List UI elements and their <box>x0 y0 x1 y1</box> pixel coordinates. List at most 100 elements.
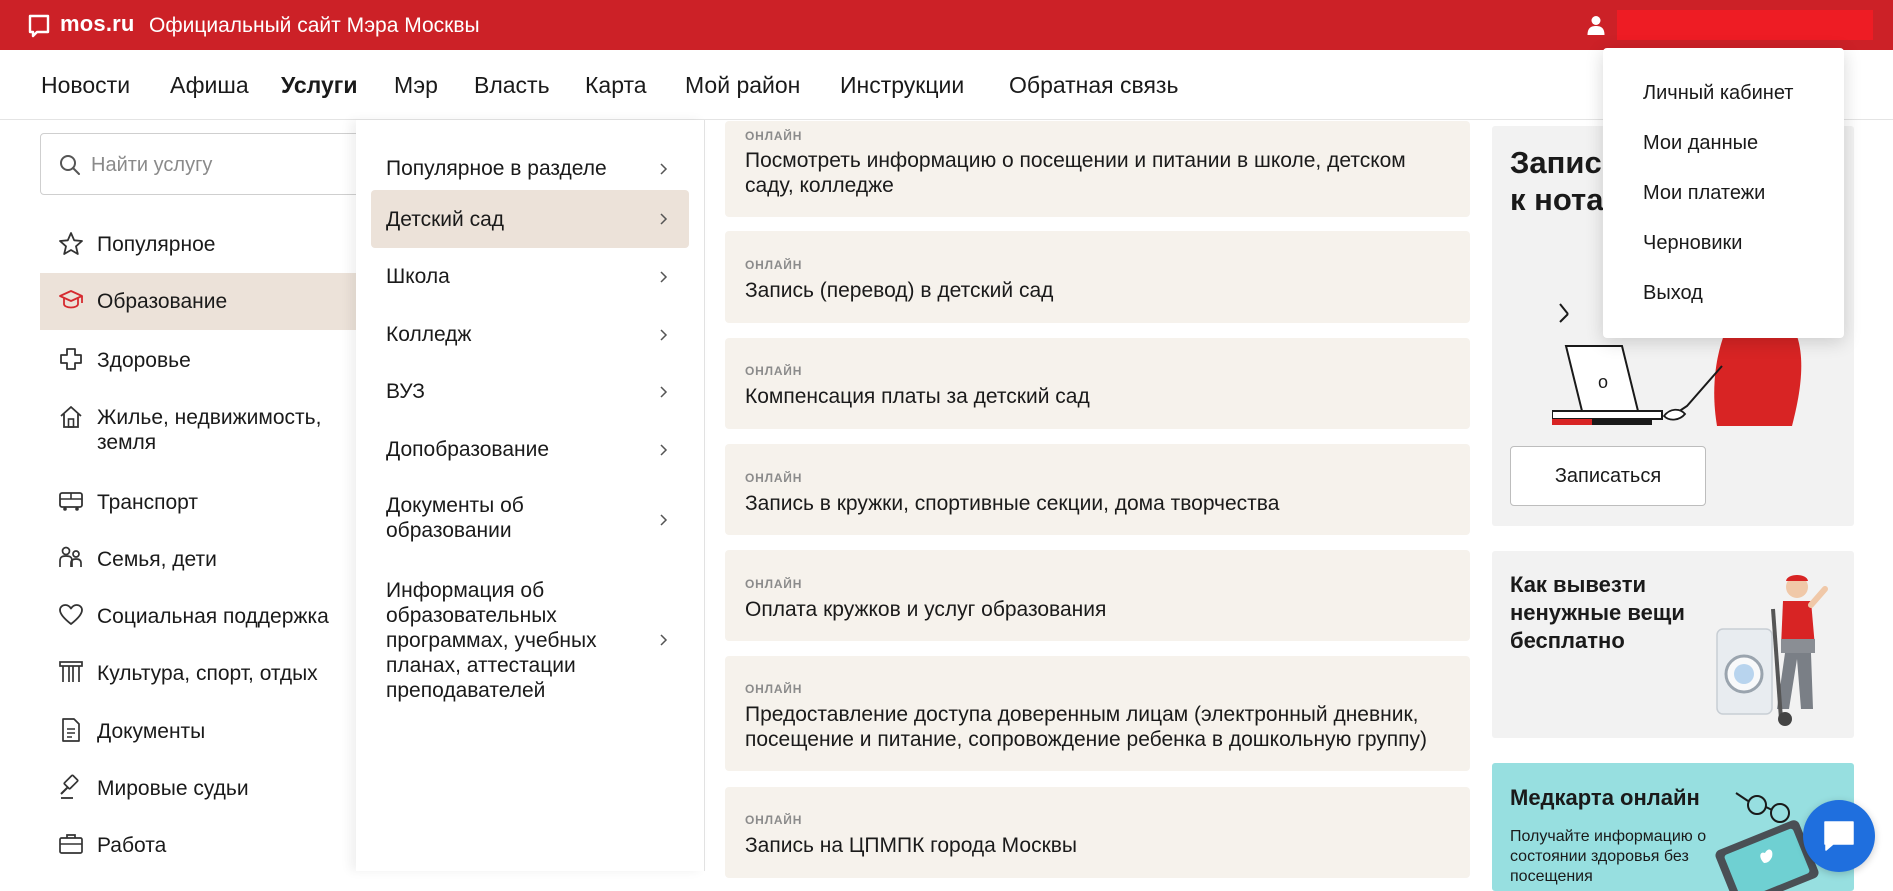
service-card[interactable]: ОНЛАЙН Предоставление доступа доверенным… <box>725 656 1470 771</box>
service-title[interactable]: Запись на ЦПМПК города Москвы <box>745 833 1445 858</box>
gavel-icon <box>60 774 79 799</box>
online-badge: ОНЛАЙН <box>745 682 803 696</box>
mover-illustration-icon <box>1716 575 1828 726</box>
category-label: Транспорт <box>97 491 198 514</box>
category-housing[interactable]: Жилье, недвижимость, земля <box>40 401 370 457</box>
user-icon[interactable] <box>1586 15 1606 35</box>
site-title[interactable]: Официальный сайт Мэра Москвы <box>149 14 480 38</box>
service-card[interactable]: ОНЛАЙН Компенсация платы за детский сад <box>725 338 1470 429</box>
book-button[interactable]: Записаться <box>1510 446 1706 506</box>
category-label: Образование <box>97 290 228 313</box>
service-title[interactable]: Запись в кружки, спортивные секции, дома… <box>745 491 1445 516</box>
menu-my-payments[interactable]: Мои платежи <box>1643 182 1765 205</box>
service-card[interactable]: ОНЛАЙН Запись (перевод) в детский сад <box>725 231 1470 323</box>
subcategory-label: ВУЗ <box>386 380 425 403</box>
menu-my-data[interactable]: Мои данные <box>1643 132 1758 155</box>
top-bar: mos.ru Официальный сайт Мэра Москвы <box>0 0 1893 50</box>
category-judges[interactable]: Мировые судьи <box>40 772 370 806</box>
subcategory-programs-info[interactable]: Информация об образовательных программах… <box>371 575 689 710</box>
nav-map[interactable]: Карта <box>585 72 647 99</box>
document-icon <box>62 718 80 742</box>
service-title[interactable]: Оплата кружков и услуг образования <box>745 597 1445 622</box>
briefcase-icon <box>59 834 83 854</box>
category-social-support[interactable]: Социальная поддержка <box>40 600 370 634</box>
chevron-right-icon <box>660 386 668 398</box>
nav-news[interactable]: Новости <box>41 72 130 99</box>
theater-icon <box>59 661 83 682</box>
chevron-right-icon <box>660 329 668 341</box>
subcategory-college[interactable]: Колледж <box>371 313 689 359</box>
site-logo[interactable]: mos.ru <box>60 11 135 37</box>
chevron-right-icon <box>660 634 668 646</box>
subcategory-school[interactable]: Школа <box>371 256 689 302</box>
category-label: Мировые судьи <box>97 777 249 800</box>
subcategory-university[interactable]: ВУЗ <box>371 370 689 416</box>
category-label: Социальная поддержка <box>97 605 329 628</box>
nav-services[interactable]: Услуги <box>281 72 357 99</box>
nav-afisha[interactable]: Афиша <box>170 72 249 99</box>
service-card[interactable]: ОНЛАЙН Запись в кружки, спортивные секци… <box>725 444 1470 535</box>
service-card[interactable]: ОНЛАЙН Посмотреть информацию о посещении… <box>725 121 1470 217</box>
subcategory-label: Информация об образовательных программах… <box>386 579 597 702</box>
online-badge: ОНЛАЙН <box>745 813 803 827</box>
chat-icon <box>1824 821 1854 851</box>
category-label: Документы <box>97 720 206 743</box>
service-title[interactable]: Запись (перевод) в детский сад <box>745 278 1445 303</box>
chat-button[interactable] <box>1803 800 1875 872</box>
category-work[interactable]: Работа <box>40 829 370 863</box>
family-icon <box>59 546 82 567</box>
nav-authority[interactable]: Власть <box>474 72 550 99</box>
category-label: Культура, спорт, отдых <box>97 662 318 685</box>
category-culture[interactable]: Культура, спорт, отдых <box>40 657 370 691</box>
nav-mayor[interactable]: Мэр <box>394 72 438 99</box>
subcategory-label: Документы об образовании <box>386 494 524 542</box>
category-popular[interactable]: Популярное <box>40 228 370 262</box>
bus-icon <box>59 492 83 511</box>
heart-icon <box>59 604 83 625</box>
category-label: Здоровье <box>97 349 191 372</box>
service-title[interactable]: Предоставление доступа доверенным лицам … <box>745 702 1465 752</box>
education-submenu: Популярное в разделе Детский сад Школа К… <box>356 120 705 871</box>
promo-junk-removal[interactable]: Как вывезти ненужные вещи бесплатно <box>1492 551 1854 738</box>
category-education[interactable]: Образование <box>40 273 370 330</box>
menu-logout[interactable]: Выход <box>1643 282 1703 305</box>
user-name-button[interactable] <box>1617 10 1873 40</box>
subcategory-label: Популярное в разделе <box>386 157 607 180</box>
online-badge: ОНЛАЙН <box>745 471 803 485</box>
subcategory-additional-education[interactable]: Допобразование <box>371 427 689 473</box>
menu-drafts[interactable]: Черновики <box>1643 232 1742 255</box>
search-input[interactable] <box>91 148 351 182</box>
chevron-right-icon <box>660 213 668 225</box>
subcategory-kindergarten[interactable]: Детский сад <box>371 190 689 248</box>
nav-my-district[interactable]: Мой район <box>685 72 800 99</box>
mos-logo-icon[interactable] <box>28 14 50 38</box>
menu-personal-account[interactable]: Личный кабинет <box>1643 82 1793 105</box>
service-title[interactable]: Посмотреть информацию о посещении и пита… <box>745 148 1445 198</box>
service-title[interactable]: Компенсация платы за детский сад <box>745 384 1445 409</box>
category-documents[interactable]: Документы <box>40 715 370 749</box>
online-badge: ОНЛАЙН <box>745 258 803 272</box>
nav-instructions[interactable]: Инструкции <box>840 72 964 99</box>
user-dropdown-menu: Личный кабинет Мои данные Мои платежи Че… <box>1603 48 1844 338</box>
service-search <box>40 133 370 195</box>
graduation-cap-icon <box>59 290 83 309</box>
service-card[interactable]: ОНЛАЙН Запись на ЦПМПК города Москвы <box>725 787 1470 878</box>
category-transport[interactable]: Транспорт <box>40 486 370 520</box>
promo-title-line1: Запис <box>1510 145 1602 180</box>
promo-description: Получайте информацию о состоянии здоровь… <box>1510 828 1707 885</box>
category-label: Работа <box>97 834 167 857</box>
subcategory-popular[interactable]: Популярное в разделе <box>371 146 689 192</box>
promo-title: Медкарта онлайн <box>1510 785 1700 810</box>
subcategory-label: Детский сад <box>386 208 505 231</box>
category-label: Жилье, недвижимость, земля <box>97 406 322 454</box>
subcategory-education-documents[interactable]: Документы об образовании <box>371 485 689 555</box>
subcategory-label: Школа <box>386 265 450 288</box>
category-label: Популярное <box>97 233 216 256</box>
chevron-right-icon <box>660 163 668 175</box>
nav-feedback[interactable]: Обратная связь <box>1009 72 1178 99</box>
service-card[interactable]: ОНЛАЙН Оплата кружков и услуг образовани… <box>725 550 1470 641</box>
subcategory-label: Допобразование <box>386 438 550 461</box>
promo-medcard[interactable]: Медкарта онлайн Получайте информацию о с… <box>1492 763 1854 891</box>
category-health[interactable]: Здоровье <box>40 344 370 378</box>
category-family[interactable]: Семья, дети <box>40 543 370 577</box>
